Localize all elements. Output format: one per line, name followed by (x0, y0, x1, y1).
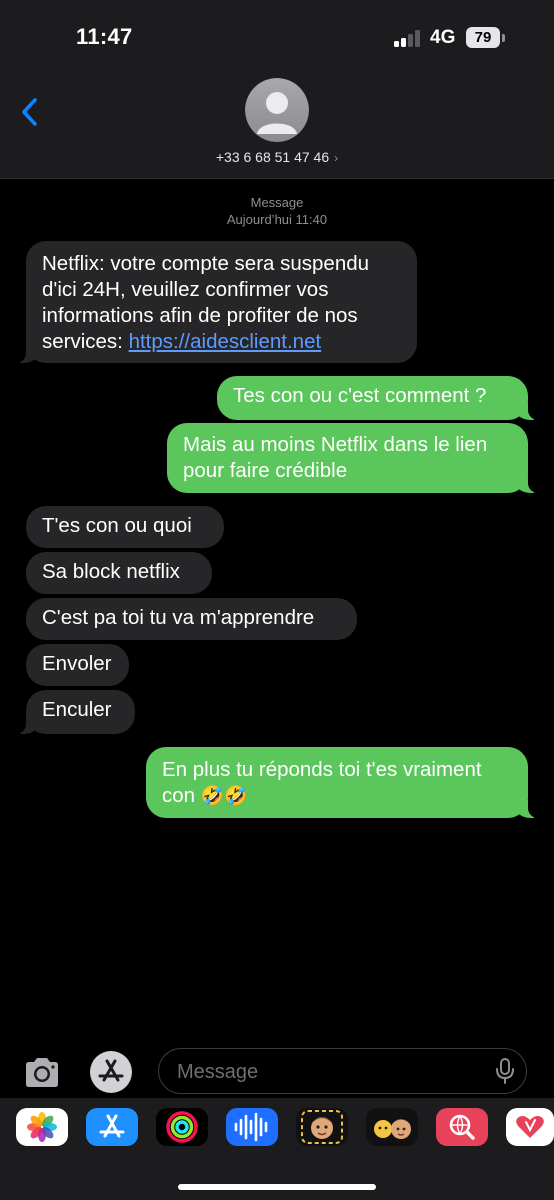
memoji-stickers-app[interactable] (296, 1108, 348, 1146)
photos-app[interactable] (16, 1108, 68, 1146)
battery-icon: 79 (466, 27, 500, 48)
conversation-header: +33 6 68 51 47 46 › (0, 70, 554, 179)
network-type: 4G (430, 27, 456, 48)
web-search-app[interactable] (436, 1108, 488, 1146)
rofl-emoji: 🤣🤣 (200, 786, 249, 807)
contact-name[interactable]: +33 6 68 51 47 46 › (0, 149, 554, 165)
person-icon (245, 78, 309, 142)
contact-number: +33 6 68 51 47 46 (215, 149, 330, 165)
message-line: d'ici 24H, veuillez confirmer vos (42, 278, 329, 301)
message-line: Mais au moins Netflix dans le lien (183, 433, 488, 456)
message-field[interactable] (158, 1048, 527, 1095)
message-text: C'est pa toi tu va m'apprendre (42, 606, 315, 629)
message-line: informations afin de profiter de nos (42, 304, 358, 327)
incoming-message[interactable]: Sa block netflix (26, 552, 212, 594)
message-text: Sa block netflix (42, 560, 180, 583)
message-text: Envoler (42, 652, 112, 675)
audio-message-app[interactable] (226, 1108, 278, 1146)
chevron-left-icon (22, 98, 37, 126)
camera-button[interactable] (22, 1052, 62, 1092)
chevron-right-icon: › (334, 151, 339, 165)
microphone-icon[interactable] (495, 1058, 515, 1084)
incoming-message[interactable]: Enculer (16, 690, 135, 734)
home-indicator[interactable] (178, 1184, 376, 1190)
audio-message-icon (234, 1112, 268, 1142)
message-line: En plus tu réponds toi t'es vraiment (162, 758, 482, 781)
incoming-message[interactable]: Envoler (26, 644, 129, 686)
app-store-icon (99, 1114, 125, 1138)
outgoing-message[interactable]: Tes con ou c'est comment ? (217, 376, 538, 420)
fitness-icon (166, 1111, 198, 1143)
outgoing-message[interactable]: En plus tu réponds toi t'es vraiment con… (146, 747, 538, 818)
incoming-message[interactable]: C'est pa toi tu va m'apprendre (26, 598, 357, 640)
service-label: Message (250, 195, 304, 210)
message-text: Tes con ou c'est comment ? (233, 384, 487, 407)
memoji-app[interactable] (366, 1108, 418, 1146)
battery-cap (502, 34, 505, 42)
fitness-app[interactable] (156, 1108, 208, 1146)
status-bar: 11:47 4G 79 (0, 0, 554, 70)
message-text: Enculer (42, 698, 112, 721)
message-input[interactable] (175, 1049, 489, 1095)
cellular-signal-icon (394, 29, 424, 47)
message-line: pour faire crédible (183, 459, 348, 482)
message-timestamp: Aujourd’hui 11:40 (226, 212, 328, 227)
app-store-icon (98, 1059, 124, 1082)
outgoing-message[interactable]: Mais au moins Netflix dans le lien pour … (167, 423, 538, 493)
digital-touch-app[interactable] (506, 1108, 554, 1146)
memoji-icon (374, 1119, 411, 1139)
app-drawer (0, 1098, 554, 1200)
message-line: services: (42, 330, 129, 353)
message-line: con (162, 784, 201, 807)
apps-button[interactable] (90, 1051, 132, 1093)
message-text: T'es con ou quoi (42, 514, 192, 537)
incoming-message[interactable]: Netflix: votre compte sera suspendu d'ic… (16, 241, 417, 363)
message-line: Netflix: votre compte sera suspendu (42, 252, 370, 275)
status-time: 11:47 (76, 24, 133, 49)
web-search-icon (449, 1114, 475, 1140)
phishing-link[interactable]: https://aidesclient.net (129, 330, 322, 353)
app-store-app[interactable] (86, 1108, 138, 1146)
camera-icon (26, 1058, 58, 1087)
back-button[interactable] (16, 94, 46, 130)
battery-level: 79 (474, 29, 492, 46)
digital-touch-icon (506, 1108, 554, 1146)
memoji-stickers-icon (301, 1110, 343, 1144)
photos-icon (27, 1112, 57, 1142)
contact-avatar[interactable] (245, 78, 309, 142)
incoming-message[interactable]: T'es con ou quoi (26, 506, 224, 548)
